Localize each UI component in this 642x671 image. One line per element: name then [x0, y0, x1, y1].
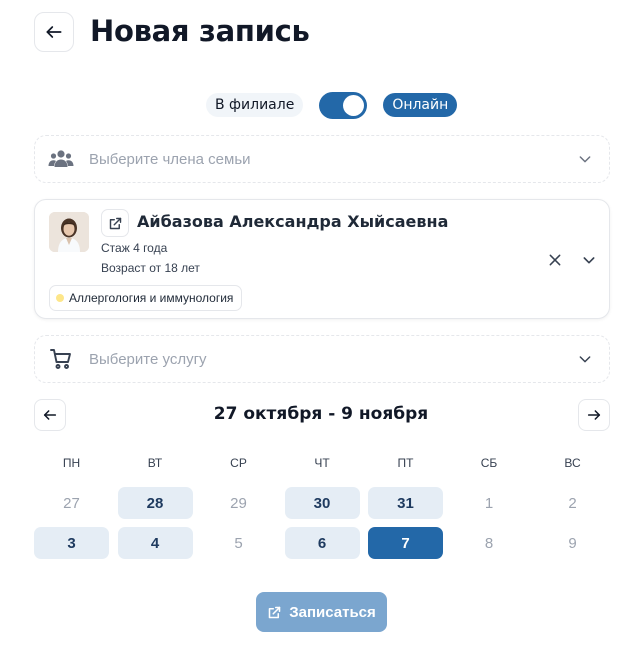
toggle-knob — [343, 94, 365, 116]
calendar-day[interactable]: 30 — [284, 487, 360, 519]
calendar-week: 3 4 5 6 7 8 9 — [34, 527, 610, 559]
calendar-day[interactable]: 3 — [34, 527, 109, 559]
weekday-label: СБ — [480, 456, 498, 470]
expand-doctor-button[interactable] — [579, 250, 599, 270]
chevron-down-icon — [575, 349, 595, 369]
doctor-profile-link-button[interactable] — [101, 209, 129, 237]
chevron-down-icon — [575, 149, 595, 169]
submit-label: Записаться — [289, 603, 376, 621]
weekday-header: ПН ВТ СР ЧТ ПТ СБ ВС — [34, 456, 610, 470]
weekday-label: ЧТ — [314, 456, 330, 470]
calendar-day[interactable]: 4 — [117, 527, 193, 559]
calendar-day: 8 — [484, 534, 494, 552]
doctor-avatar — [49, 212, 89, 252]
family-member-placeholder: Выберите члена семьи — [89, 150, 251, 168]
weekday-label: ПТ — [397, 456, 414, 470]
chevron-down-icon — [583, 257, 595, 264]
external-link-icon — [109, 217, 121, 229]
clear-doctor-button[interactable] — [545, 250, 565, 270]
doctor-name: Айбазова Александра Хыйсаевна — [137, 212, 449, 231]
calendar-day: 5 — [234, 534, 243, 552]
calendar-day[interactable]: 7 — [368, 527, 443, 559]
doctor-age: Возраст от 18 лет — [101, 261, 200, 275]
weekday-label: ВТ — [147, 456, 163, 470]
cart-icon — [47, 345, 75, 373]
calendar-range: 27 октября - 9 ноября — [213, 404, 429, 424]
calendar-day: 27 — [63, 494, 80, 512]
doctor-experience: Стаж 4 года — [101, 241, 168, 255]
specialty-label: Аллергология и иммунология — [69, 291, 234, 305]
online-toggle[interactable] — [319, 91, 368, 119]
calendar-day[interactable]: 28 — [117, 487, 193, 519]
submit-appointment-button[interactable]: Записаться — [256, 592, 387, 632]
calendar-day: 29 — [230, 494, 247, 512]
service-select[interactable]: Выберите услугу — [34, 335, 610, 383]
online-mode-label[interactable]: Онлайн — [383, 93, 458, 117]
external-link-icon — [268, 606, 281, 618]
weekday-label: ПН — [62, 456, 81, 470]
service-placeholder: Выберите услугу — [89, 350, 207, 368]
close-icon — [549, 254, 561, 266]
family-users-icon — [47, 145, 75, 173]
back-button[interactable] — [34, 12, 74, 52]
weekday-label: СР — [230, 456, 247, 470]
next-period-button[interactable] — [578, 399, 610, 431]
weekday-label: ВС — [564, 456, 581, 470]
calendar-day[interactable]: 31 — [368, 487, 443, 519]
branch-mode-label[interactable]: В филиале — [206, 93, 304, 117]
specialty-dot — [56, 294, 64, 302]
calendar-week: 27 28 29 30 31 1 2 — [34, 487, 610, 519]
mode-switch-row: В филиале Онлайн — [206, 91, 458, 119]
family-member-select[interactable]: Выберите члена семьи — [34, 135, 610, 183]
calendar-day[interactable]: 6 — [284, 527, 360, 559]
arrow-left-icon — [46, 26, 62, 38]
specialty-tag: Аллергология и иммунология — [49, 285, 243, 311]
calendar-day: 9 — [568, 534, 577, 552]
doctor-card: Айбазова Александра Хыйсаевна Стаж 4 год… — [34, 199, 610, 319]
page-title: Новая запись — [90, 14, 310, 48]
calendar-day: 1 — [484, 494, 494, 512]
calendar-day: 2 — [568, 494, 577, 512]
arrow-right-icon — [587, 410, 601, 420]
